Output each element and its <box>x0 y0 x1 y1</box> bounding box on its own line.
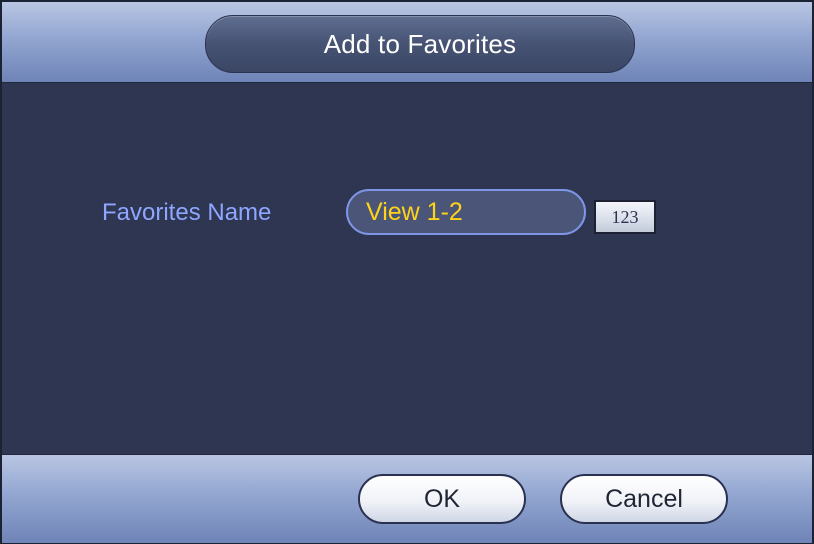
dialog-content: Favorites Name 123 <box>10 84 810 454</box>
dialog-footer: OK Cancel <box>2 454 812 543</box>
ok-button[interactable]: OK <box>358 474 526 524</box>
ok-button-label: OK <box>423 484 461 513</box>
dialog-title-pill: Add to Favorites <box>205 15 635 73</box>
cancel-button-label: Cancel <box>605 484 683 513</box>
dialog-titlebar: Add to Favorites <box>2 2 812 83</box>
dialog-title: Add to Favorites <box>323 28 517 59</box>
cancel-button[interactable]: Cancel <box>560 474 728 524</box>
numeric-keyboard-button[interactable]: 123 <box>594 200 656 234</box>
numeric-keyboard-label: 123 <box>611 206 639 227</box>
favorites-name-input[interactable] <box>346 189 586 235</box>
add-to-favorites-dialog: Add to Favorites Favorites Name 123 OK C… <box>0 0 814 544</box>
favorites-name-label: Favorites Name <box>102 199 272 226</box>
